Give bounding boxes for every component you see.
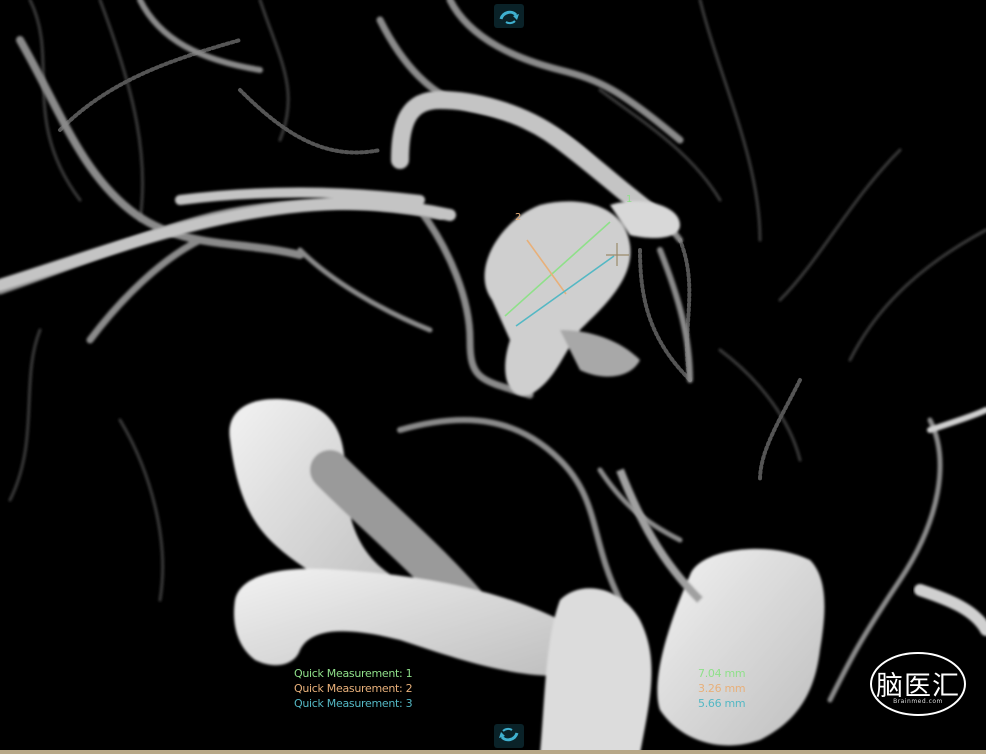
viewport-bottom-border [0, 750, 986, 754]
watermark-logo: 脑医汇 Brainmed.com [868, 650, 968, 718]
vessel-rendering [0, 0, 986, 754]
rotate-up-button[interactable] [494, 4, 524, 28]
measurement-value-3: 5.66 mm [698, 697, 746, 710]
measurement-value-1: 7.04 mm [698, 667, 746, 680]
measurement-marker-1: 1 [626, 194, 633, 205]
rotate-arrow-icon [499, 10, 519, 25]
measurement-label-list: Quick Measurement: 1 Quick Measurement: … [294, 666, 413, 711]
measurement-label-3: Quick Measurement: 3 [294, 697, 413, 710]
measurement-label-2: Quick Measurement: 2 [294, 682, 413, 695]
watermark-subtext: Brainmed.com [893, 698, 943, 705]
rotate-down-button[interactable] [494, 724, 524, 748]
measurement-value-2: 3.26 mm [698, 682, 746, 695]
rotate-arrow-icon [499, 727, 519, 742]
measurement-value-list: 7.04 mm 3.26 mm 5.66 mm [698, 666, 746, 711]
measurement-marker-2: 2 [515, 212, 522, 223]
measurement-label-1: Quick Measurement: 1 [294, 667, 413, 680]
angiography-3d-viewport[interactable]: 2 1 Quick Measurement: 1 Quick Measureme… [0, 0, 986, 754]
